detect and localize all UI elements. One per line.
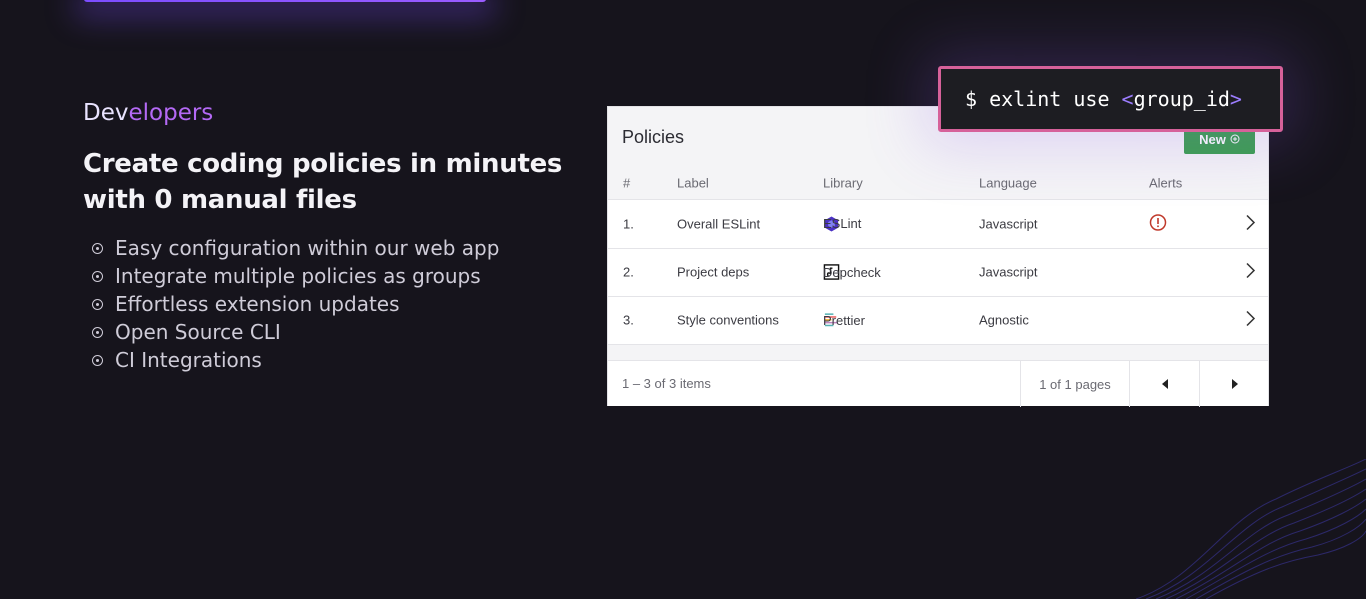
row-language: Agnostic <box>979 312 1029 328</box>
table-header: # Label Library Language Alerts <box>608 167 1268 199</box>
row-label: Style conventions <box>677 312 779 328</box>
col-header-language: Language <box>979 175 1037 191</box>
row-library: Depcheck <box>823 264 881 281</box>
bullet-icon <box>92 298 103 310</box>
page-indicator: 1 of 1 pages <box>1020 361 1129 407</box>
bullet-icon <box>92 270 103 282</box>
col-header-library: Library <box>823 175 863 191</box>
col-header-label: Label <box>677 175 709 191</box>
caret-left-icon <box>1161 379 1168 389</box>
section-headline: Create coding policies in minutes with 0… <box>83 149 563 215</box>
library-name: Depcheck <box>823 264 881 280</box>
policies-table-body: 1. Overall ESLint ESLint Javascript 2. P… <box>608 199 1268 345</box>
cli-arg-close: > <box>1229 87 1242 111</box>
next-page-button[interactable] <box>1199 361 1269 407</box>
chevron-right-icon[interactable] <box>1244 310 1256 331</box>
col-header-num: # <box>623 175 631 191</box>
row-num: 3. <box>623 312 634 328</box>
bullet-icon <box>92 242 103 254</box>
eyebrow-part1: Dev <box>83 100 129 126</box>
feature-item: Open Source CLI <box>92 318 499 346</box>
cli-command-box: $ exlint use < group_id > <box>938 66 1283 132</box>
library-name: Prettier <box>823 312 865 328</box>
table-row[interactable]: 1. Overall ESLint ESLint Javascript <box>608 199 1268 248</box>
alert-icon <box>1149 213 1167 234</box>
wave-decoration <box>1136 459 1366 599</box>
add-circle-icon <box>1230 134 1240 144</box>
feature-text: Easy configuration within our web app <box>115 236 500 260</box>
feature-item: Integrate multiple policies as groups <box>92 262 499 290</box>
feature-item: CI Integrations <box>92 346 499 374</box>
policies-title: Policies <box>622 127 685 147</box>
feature-list: Easy configuration within our web app In… <box>92 234 499 374</box>
row-num: 2. <box>623 264 634 280</box>
section-eyebrow: Developers <box>83 100 213 126</box>
col-header-alerts: Alerts <box>1149 175 1183 191</box>
previous-page-button[interactable] <box>1129 361 1199 407</box>
row-label: Overall ESLint <box>677 216 761 232</box>
row-library: Prettier <box>823 312 865 329</box>
pagination-footer: 1 – 3 of 3 items 1 of 1 pages <box>608 360 1269 407</box>
cli-prompt: $ exlint use <box>965 87 1122 111</box>
feature-text: Integrate multiple policies as groups <box>115 264 481 288</box>
chevron-right-icon[interactable] <box>1244 213 1256 234</box>
bullet-icon <box>92 326 103 338</box>
eyebrow-part2: elopers <box>128 100 214 126</box>
feature-item: Effortless extension updates <box>92 290 499 318</box>
row-language: Javascript <box>979 264 1038 280</box>
table-row[interactable]: 2. Project deps Depcheck Javascript <box>608 247 1268 297</box>
cli-arg-open: < <box>1121 87 1134 111</box>
caret-right-icon <box>1231 379 1238 389</box>
policies-panel: Policies New # Label Library Language Al… <box>607 106 1269 407</box>
chevron-right-icon[interactable] <box>1244 262 1256 283</box>
row-language: Javascript <box>979 216 1038 232</box>
feature-item: Easy configuration within our web app <box>92 234 499 262</box>
feature-text: Effortless extension updates <box>115 292 400 316</box>
row-label: Project deps <box>677 264 750 280</box>
feature-text: CI Integrations <box>115 348 262 372</box>
top-glow-bar <box>84 0 486 2</box>
cli-arg: group_id <box>1133 87 1230 111</box>
item-count: 1 – 3 of 3 items <box>622 376 711 391</box>
bullet-icon <box>92 354 103 366</box>
table-row[interactable]: 3. Style conventions Prettier Agnostic <box>608 296 1268 345</box>
library-name: ESLint <box>823 216 862 232</box>
row-library: ESLint <box>823 215 861 232</box>
feature-text: Open Source CLI <box>115 320 281 344</box>
row-num: 1. <box>623 216 634 232</box>
new-button-label: New <box>1199 131 1226 147</box>
